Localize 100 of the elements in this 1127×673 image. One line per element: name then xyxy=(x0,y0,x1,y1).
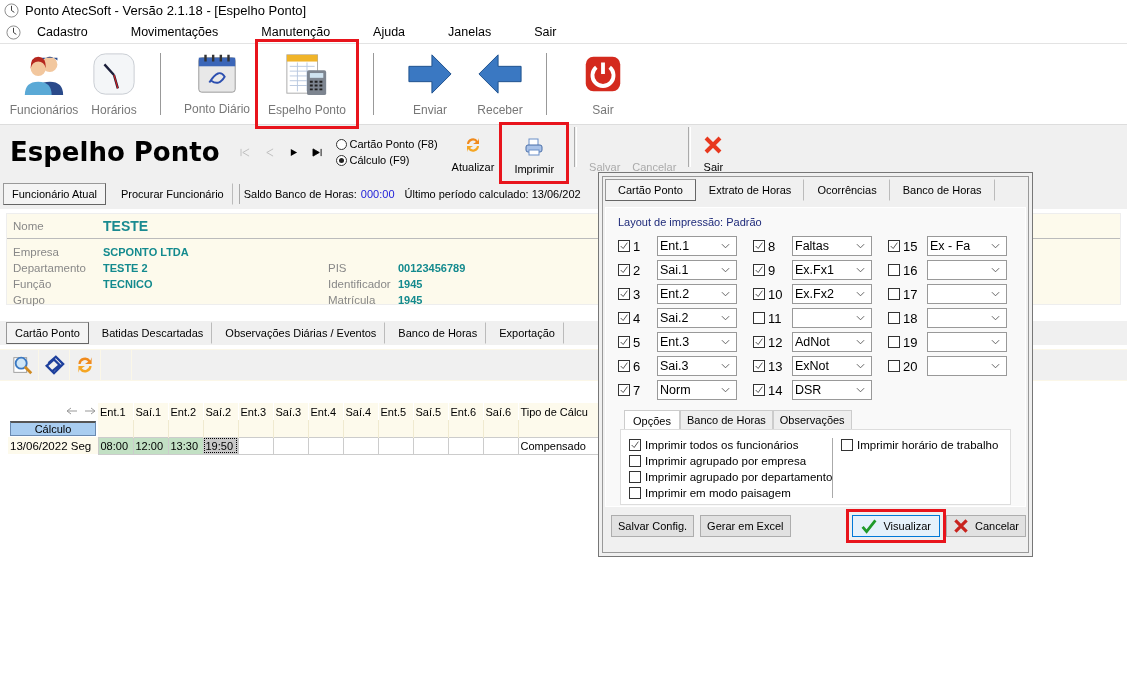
dialog-button[interactable]: Cancelar xyxy=(945,515,1026,537)
column-checkbox[interactable]: 8 xyxy=(753,238,788,254)
column-dropdown[interactable]: Sai.2 xyxy=(657,308,737,328)
column-dropdown[interactable]: AdNot xyxy=(792,332,872,352)
dialog-tab[interactable]: Ocorrências xyxy=(804,179,890,201)
menu-item[interactable]: Manutenção xyxy=(261,25,331,39)
column-checkbox[interactable]: 16 xyxy=(888,262,923,278)
toolbar-button[interactable]: Sair xyxy=(569,42,637,126)
action-button[interactable]: Sair xyxy=(697,125,730,179)
time-cell[interactable]: 13:30 xyxy=(168,437,203,454)
column-dropdown[interactable]: Sai.3 xyxy=(657,356,737,376)
time-cell[interactable] xyxy=(343,437,378,454)
employee-tab[interactable]: Funcionário Atual xyxy=(3,183,106,205)
option-checkbox[interactable]: Imprimir todos os funcionários xyxy=(629,438,833,452)
column-dropdown[interactable]: Norm xyxy=(657,380,737,400)
column-dropdown[interactable]: DSR xyxy=(792,380,872,400)
menu-item[interactable]: Janelas xyxy=(448,25,492,39)
employee-tab[interactable]: Procurar Funcionário xyxy=(112,183,233,205)
action-button[interactable]: Imprimir xyxy=(500,123,569,183)
column-checkbox[interactable]: 20 xyxy=(888,358,923,374)
column-checkbox[interactable]: 18 xyxy=(888,310,923,326)
column-checkbox[interactable]: 2 xyxy=(618,262,653,278)
column-checkbox[interactable]: 4 xyxy=(618,310,653,326)
column-dropdown[interactable] xyxy=(927,260,1007,280)
column-dropdown[interactable]: Ent.1 xyxy=(657,236,737,256)
column-dropdown[interactable]: Ent.3 xyxy=(657,332,737,352)
column-dropdown[interactable] xyxy=(927,308,1007,328)
field-label: Empresa xyxy=(13,246,61,258)
toolbar-button[interactable]: Enviar xyxy=(396,42,464,126)
dialog-tab[interactable]: Extrato de Horas xyxy=(695,179,805,201)
detail-tab[interactable]: Exportação xyxy=(490,322,564,344)
toolbar-button[interactable]: Funcionários xyxy=(10,42,78,126)
chevron-down-icon xyxy=(856,291,865,297)
time-cell[interactable] xyxy=(378,437,413,454)
toolbar-button[interactable]: Horários xyxy=(80,42,148,126)
detail-tab[interactable]: Cartão Ponto xyxy=(6,322,89,344)
chevron-down-icon xyxy=(721,243,730,249)
column-checkbox[interactable]: 7 xyxy=(618,382,653,398)
menu-item[interactable]: Ajuda xyxy=(373,25,406,39)
dialog-button[interactable]: Salvar Config. xyxy=(611,515,695,537)
column-header: Saí.5 xyxy=(413,403,448,420)
column-checkbox[interactable]: 17 xyxy=(888,286,923,302)
dialog-tab[interactable]: Banco de Horas xyxy=(889,179,995,201)
dialog-button[interactable]: Visualizar xyxy=(852,515,940,537)
option-checkbox[interactable]: Imprimir horário de trabalho xyxy=(841,438,1004,452)
column-dropdown[interactable] xyxy=(927,284,1007,304)
menu-item[interactable]: Sair xyxy=(534,25,557,39)
time-cell[interactable]: 12:00 xyxy=(133,437,168,454)
column-checkbox[interactable]: 5 xyxy=(618,334,653,350)
column-dropdown[interactable] xyxy=(792,308,872,328)
column-checkbox[interactable]: 9 xyxy=(753,262,788,278)
column-checkbox[interactable]: 1 xyxy=(618,238,653,254)
options-tab[interactable]: Banco de Horas xyxy=(679,410,773,429)
toolbar-button[interactable]: Espelho Ponto xyxy=(257,41,357,127)
toolbar-button[interactable]: Ponto Diário xyxy=(183,41,251,125)
time-cell[interactable]: 19:50 xyxy=(203,437,238,454)
option-checkbox[interactable]: Imprimir em modo paisagem xyxy=(629,486,833,500)
dialog-button[interactable]: Gerar em Excel xyxy=(700,515,791,537)
column-checkbox[interactable]: 14 xyxy=(753,382,788,398)
column-checkbox[interactable]: 15 xyxy=(888,238,923,254)
column-checkbox[interactable]: 11 xyxy=(753,310,788,326)
column-dropdown[interactable]: ExNot xyxy=(792,356,872,376)
detail-tab[interactable]: Observações Diárias / Eventos xyxy=(216,322,386,344)
menu-item[interactable]: Cadastro xyxy=(37,25,88,39)
column-checkbox[interactable]: 10 xyxy=(753,286,788,302)
column-dropdown[interactable]: Ex.Fx2 xyxy=(792,284,872,304)
options-tab[interactable]: Observações xyxy=(772,410,852,429)
detail-tab[interactable]: Banco de Horas xyxy=(389,322,487,344)
column-checkbox[interactable]: 12 xyxy=(753,334,788,350)
column-header: Saí.6 xyxy=(483,403,518,420)
view-radio[interactable]: Cálculo (F9) xyxy=(335,154,438,166)
action-button[interactable]: Atualizar xyxy=(445,125,501,179)
time-cell[interactable] xyxy=(308,437,343,454)
column-dropdown[interactable]: Ent.2 xyxy=(657,284,737,304)
time-cell[interactable] xyxy=(448,437,483,454)
column-checkbox[interactable]: 3 xyxy=(618,286,653,302)
time-cell[interactable] xyxy=(413,437,448,454)
detail-tab[interactable]: Batidas Descartadas xyxy=(92,322,213,344)
options-tab[interactable]: Opções xyxy=(624,410,680,429)
option-checkbox[interactable]: Imprimir agrupado por departamento xyxy=(629,470,833,484)
column-dropdown[interactable] xyxy=(927,356,1007,376)
checkmark-icon xyxy=(619,265,629,275)
time-cell[interactable] xyxy=(483,437,518,454)
view-radio[interactable]: Cartão Ponto (F8) xyxy=(335,138,438,150)
time-cell[interactable]: 08:00 xyxy=(98,437,133,454)
column-checkbox[interactable]: 6 xyxy=(618,358,653,374)
column-checkbox[interactable]: 19 xyxy=(888,334,923,350)
menu-item[interactable]: Movimentações xyxy=(130,25,219,39)
toolbar-button[interactable]: Receber xyxy=(466,42,534,126)
column-dropdown[interactable] xyxy=(927,332,1007,352)
column-dropdown[interactable]: Ex.Fx1 xyxy=(792,260,872,280)
column-dropdown[interactable]: Ex - Fa xyxy=(927,236,1007,256)
dialog-tab[interactable]: Cartão Ponto xyxy=(605,179,696,201)
column-dropdown[interactable]: Faltas xyxy=(792,236,872,256)
time-cell[interactable] xyxy=(273,437,308,454)
field-value: TECNICO xyxy=(103,278,153,290)
column-dropdown[interactable]: Sai.1 xyxy=(657,260,737,280)
time-cell[interactable] xyxy=(238,437,273,454)
option-checkbox[interactable]: Imprimir agrupado por empresa xyxy=(629,454,833,468)
column-checkbox[interactable]: 13 xyxy=(753,358,788,374)
